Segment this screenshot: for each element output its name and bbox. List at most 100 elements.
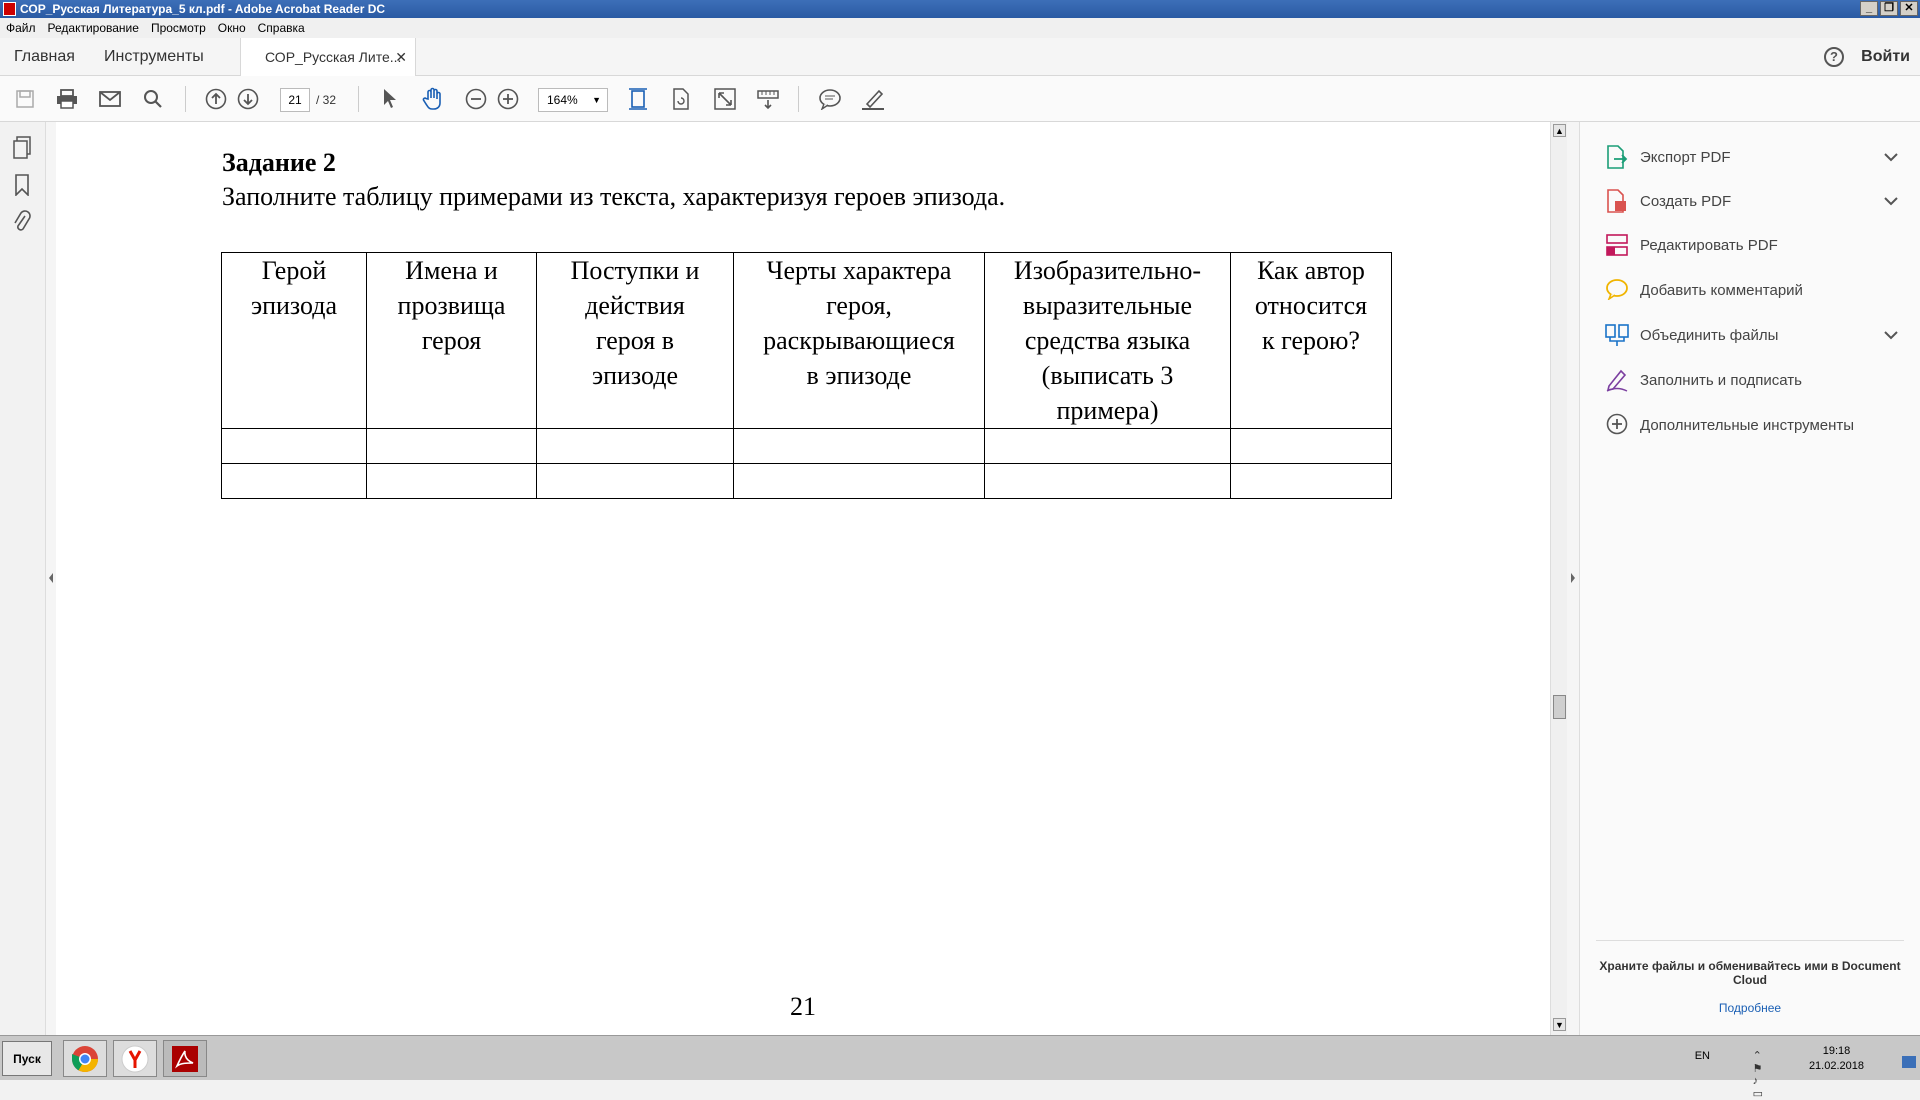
- table-row: [221, 428, 1392, 464]
- comment-tool-icon[interactable]: [817, 86, 843, 112]
- tool-fill-sign[interactable]: Заполнить и подписать: [1604, 365, 1904, 395]
- tab-tools[interactable]: Инструменты: [104, 38, 204, 76]
- chevron-down-icon: ▼: [592, 95, 601, 105]
- bookmark-icon[interactable]: [10, 174, 34, 198]
- tool-create-pdf[interactable]: Создать PDF: [1604, 186, 1904, 216]
- table-header-cell: Герой эпизода: [221, 252, 367, 429]
- menu-edit[interactable]: Редактирование: [42, 18, 145, 38]
- zoom-in-icon[interactable]: [495, 86, 521, 112]
- vertical-scrollbar[interactable]: ▲ ▼: [1550, 122, 1567, 1035]
- start-button[interactable]: Пуск: [2, 1041, 52, 1076]
- chevron-down-icon[interactable]: [1884, 327, 1898, 343]
- page-instruction: Заполните таблицу примерами из текста, х…: [222, 182, 1006, 211]
- show-desktop-button[interactable]: [1902, 1056, 1916, 1068]
- page-count: / 32: [316, 93, 337, 107]
- rotate-icon[interactable]: [668, 86, 694, 112]
- window-title: СОР_Русская Литература_5 кл.pdf - Adobe …: [20, 2, 386, 16]
- login-button[interactable]: Войти: [1861, 38, 1910, 76]
- maximize-button[interactable]: ❐: [1880, 1, 1898, 16]
- print-icon[interactable]: [54, 86, 80, 112]
- document-cloud-promo: Храните файлы и обменивайтесь ими в Docu…: [1596, 940, 1904, 1015]
- scroll-up-icon[interactable]: ▲: [1553, 124, 1566, 137]
- table-header-cell: Имена и прозвища героя: [366, 252, 537, 429]
- tab-bar: Главная Инструменты СОР_Русская Лите... …: [0, 38, 1920, 77]
- clock[interactable]: 19:18 21.02.2018: [1809, 1044, 1864, 1074]
- zoom-value: 164%: [547, 93, 578, 107]
- menu-help[interactable]: Справка: [252, 18, 311, 38]
- table-header-cell: Изобразительно-выразительные средства язы…: [984, 252, 1231, 429]
- tool-label: Объединить файлы: [1640, 326, 1779, 344]
- zoom-select[interactable]: 164% ▼: [538, 88, 608, 112]
- table-header-cell: Черты характера героя, раскрывающиеся в эпи…: [733, 252, 985, 429]
- tool-edit-pdf[interactable]: Редактировать PDF: [1604, 230, 1904, 260]
- left-navigation-panel: [0, 122, 46, 1035]
- email-icon[interactable]: [97, 86, 123, 112]
- page-number: 21: [790, 992, 816, 1021]
- menu-window[interactable]: Окно: [212, 18, 252, 38]
- tab-document-label: СОР_Русская Лите...: [265, 49, 402, 65]
- table-header-cell: Поступки и действия героя в эпизоде: [536, 252, 734, 429]
- tool-combine-files[interactable]: Объединить файлы: [1604, 320, 1904, 350]
- highlight-tool-icon[interactable]: [860, 86, 886, 112]
- close-tab-icon[interactable]: ✕: [395, 38, 407, 76]
- edit-pdf-icon: [1604, 233, 1630, 257]
- previous-page-icon[interactable]: [203, 86, 229, 112]
- attachment-icon[interactable]: [10, 210, 34, 234]
- scroll-down-icon[interactable]: ▼: [1553, 1018, 1566, 1031]
- read-mode-icon[interactable]: [755, 86, 781, 112]
- fullscreen-icon[interactable]: [712, 86, 738, 112]
- save-icon[interactable]: [12, 86, 38, 112]
- minimize-button[interactable]: _: [1860, 1, 1878, 16]
- tool-label: Добавить комментарий: [1640, 281, 1803, 299]
- comment-icon: [1604, 278, 1630, 302]
- chrome-taskbar-icon[interactable]: [63, 1040, 107, 1077]
- cloud-learn-more-link[interactable]: Подробнее: [1596, 1001, 1904, 1015]
- chevron-down-icon[interactable]: [1884, 149, 1898, 165]
- yandex-browser-taskbar-icon[interactable]: [113, 1040, 157, 1077]
- hand-tool-icon[interactable]: [420, 86, 446, 112]
- fit-page-icon[interactable]: [625, 86, 651, 112]
- tab-document[interactable]: СОР_Русская Лите... ✕: [240, 38, 416, 77]
- search-icon[interactable]: [140, 86, 166, 112]
- acrobat-taskbar-icon[interactable]: [163, 1040, 207, 1077]
- menu-bar: Файл Редактирование Просмотр Окно Справка: [0, 18, 1920, 38]
- window-titlebar: СОР_Русская Литература_5 кл.pdf - Adobe …: [0, 0, 1920, 18]
- tool-label: Экспорт PDF: [1640, 148, 1731, 166]
- page-number-input[interactable]: 21: [280, 88, 310, 112]
- pages-icon[interactable]: [10, 136, 34, 160]
- tool-label: Редактировать PDF: [1640, 236, 1778, 254]
- tab-home[interactable]: Главная: [14, 38, 75, 76]
- cloud-text: Храните файлы и обменивайтесь ими в Docu…: [1599, 959, 1901, 987]
- chevron-down-icon[interactable]: [1884, 193, 1898, 209]
- tool-label: Создать PDF: [1640, 192, 1732, 210]
- tool-more-tools[interactable]: Дополнительные инструменты: [1604, 410, 1904, 440]
- language-indicator[interactable]: EN: [1695, 1050, 1710, 1062]
- document-view[interactable]: Задание 2 Заполните таблицу примерами из…: [56, 122, 1550, 1035]
- help-icon[interactable]: ?: [1824, 47, 1844, 67]
- menu-file[interactable]: Файл: [0, 18, 42, 38]
- next-page-icon[interactable]: [235, 86, 261, 112]
- right-panel-collapse[interactable]: [1567, 122, 1579, 1035]
- menu-view[interactable]: Просмотр: [145, 18, 212, 38]
- select-tool-icon[interactable]: [377, 86, 403, 112]
- table-row: [221, 463, 1392, 499]
- task-table: Герой эпизода Имена и прозвища героя Поступ…: [221, 252, 1392, 499]
- taskbar: Пуск EN ⌃ ⚑ ♪ ▭ 19:18 21.02.2018: [0, 1035, 1920, 1100]
- tool-export-pdf[interactable]: Экспорт PDF: [1604, 142, 1904, 172]
- tray-icons[interactable]: ⌃ ⚑ ♪ ▭: [1753, 1049, 1766, 1100]
- left-panel-collapse[interactable]: [46, 122, 56, 1035]
- table-header-row: Герой эпизода Имена и прозвища героя Поступ…: [221, 252, 1392, 429]
- toolbar: 21 / 32 164% ▼: [0, 76, 1920, 122]
- acrobat-app-icon: [3, 2, 16, 16]
- more-tools-icon: [1604, 413, 1630, 437]
- clock-date: 21.02.2018: [1808, 1060, 1864, 1072]
- export-pdf-icon: [1604, 145, 1630, 169]
- fill-sign-icon: [1604, 368, 1630, 392]
- scrollbar-thumb[interactable]: [1553, 695, 1566, 719]
- tool-add-comment[interactable]: Добавить комментарий: [1604, 275, 1904, 305]
- start-label: Пуск: [13, 1052, 41, 1066]
- zoom-out-icon[interactable]: [463, 86, 489, 112]
- close-window-button[interactable]: ✕: [1900, 1, 1918, 16]
- clock-time: 19:18: [1822, 1045, 1851, 1057]
- tool-label: Заполнить и подписать: [1640, 371, 1802, 389]
